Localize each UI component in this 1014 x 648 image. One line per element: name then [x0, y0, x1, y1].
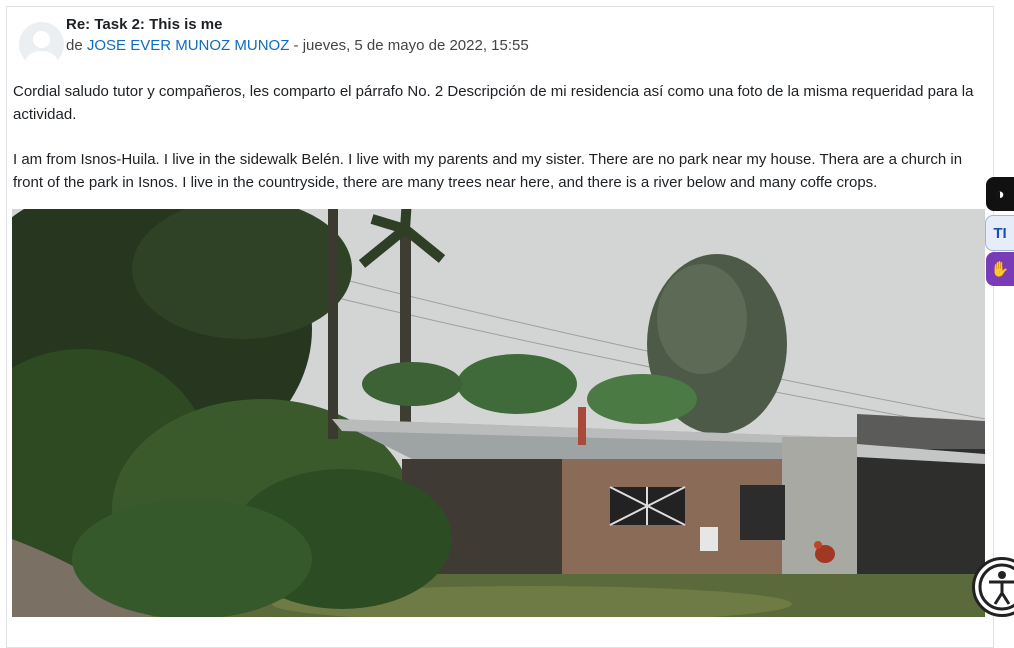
contrast-icon[interactable]: ◑ — [986, 177, 1014, 211]
house-photo — [12, 209, 985, 617]
post-subject: Re: Task 2: This is me — [66, 16, 223, 33]
avatar[interactable] — [19, 22, 64, 67]
by-prefix: de — [66, 37, 87, 54]
text-size-tab[interactable]: TI — [985, 215, 1014, 251]
post-date: - jueves, 5 de mayo de 2022, 15:55 — [289, 37, 529, 54]
post-byline: de JOSE EVER MUNOZ MUNOZ - jueves, 5 de … — [66, 37, 529, 54]
author-link[interactable]: JOSE EVER MUNOZ MUNOZ — [87, 37, 290, 54]
post-paragraph-1: Cordial saludo tutor y compañeros, les c… — [13, 83, 974, 123]
post-paragraph-2: I am from Isnos-Huila. I live in the sid… — [13, 151, 963, 191]
accessibility-icon[interactable] — [972, 557, 1014, 617]
sign-language-icon[interactable]: ✋ — [986, 252, 1014, 286]
